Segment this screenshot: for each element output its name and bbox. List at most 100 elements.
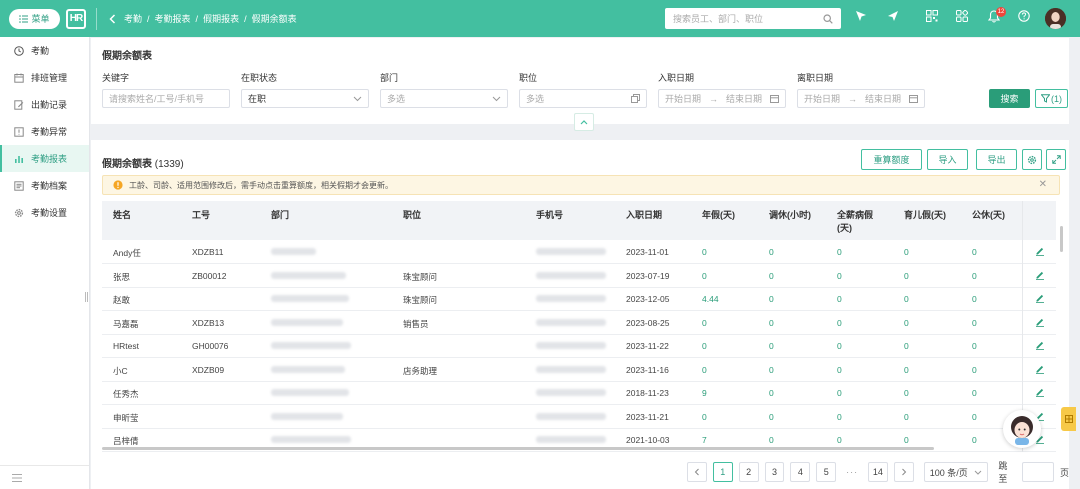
page-button[interactable]: 14: [868, 462, 888, 482]
hire-date-cell: 2023-11-01: [626, 247, 669, 257]
sidebar-item-reports[interactable]: 考勤报表: [0, 145, 89, 172]
sidebar-item-settings[interactable]: 考勤设置: [0, 199, 89, 226]
column-header[interactable]: 职位: [403, 209, 421, 222]
sidebar-item-attendance-records[interactable]: 出勤记录: [0, 91, 89, 118]
vertical-scrollbar[interactable]: [1060, 226, 1063, 252]
table-row[interactable]: 小C XDZB09 店务助理 2023-11-16 0 0 0 0 0: [102, 358, 1056, 382]
status-select[interactable]: 在职: [241, 89, 369, 108]
leave-date-range[interactable]: 开始日期 → 结束日期: [797, 89, 925, 108]
next-page-button[interactable]: [893, 462, 914, 482]
recalculate-button[interactable]: 重算额度: [861, 149, 922, 170]
keyword-input[interactable]: 请搜索姓名/工号/手机号: [102, 89, 230, 108]
hire-date-range[interactable]: 开始日期 → 结束日期: [658, 89, 786, 108]
settings-button[interactable]: [1022, 149, 1042, 170]
column-header-line: 全薪病假: [837, 210, 874, 220]
edit-icon[interactable]: [1035, 317, 1045, 327]
position-select[interactable]: 多选: [519, 89, 647, 108]
sidebar-item-exceptions[interactable]: 考勤异常: [0, 118, 89, 145]
edit-icon[interactable]: [1035, 246, 1045, 256]
department-cell-redacted: [271, 365, 345, 373]
childcare-leave-cell: 0: [904, 364, 909, 375]
menu-button[interactable]: 菜单: [9, 8, 60, 29]
column-header[interactable]: 手机号: [536, 209, 563, 222]
sidebar-collapse-icon[interactable]: [0, 465, 89, 489]
hire-date-cell: 2021-10-03: [626, 435, 670, 445]
column-header[interactable]: 公休(天): [972, 209, 1005, 222]
page-ellipsis[interactable]: ···: [842, 462, 862, 482]
edit-icon[interactable]: [1035, 340, 1045, 350]
search-icon[interactable]: [823, 13, 833, 24]
department-select[interactable]: 多选: [380, 89, 508, 108]
sidebar-item-schedule[interactable]: 排班管理: [0, 64, 89, 91]
public-holiday-cell: 0: [972, 270, 977, 281]
fullscreen-button[interactable]: [1046, 149, 1066, 170]
page-button[interactable]: 3: [764, 462, 785, 482]
annual-leave-cell: 0: [702, 270, 707, 281]
table-row[interactable]: Andy任 XDZB11 2023-11-01 0 0 0 0 0: [102, 240, 1056, 264]
sidebar-item-archives[interactable]: 考勤档案: [0, 172, 89, 199]
table-row[interactable]: 张思 ZB00012 珠宝顾问 2023-07-19 0 0 0 0 0: [102, 264, 1056, 288]
public-holiday-cell: 0: [972, 247, 977, 257]
column-header[interactable]: 姓名: [113, 209, 131, 222]
table-row[interactable]: 赵敢 珠宝顾问 2023-12-05 4.44 0 0 0 0: [102, 287, 1056, 311]
breadcrumb-separator: /: [147, 13, 150, 24]
collapse-filters-button[interactable]: [574, 113, 594, 131]
page-button[interactable]: 2: [738, 462, 759, 482]
column-header[interactable]: 入职日期: [626, 209, 662, 222]
department-placeholder: 多选: [387, 94, 406, 104]
position-cell: 珠宝顾问: [403, 295, 438, 305]
department-cell-redacted: [271, 271, 346, 279]
cursor-icon[interactable]: [855, 10, 867, 22]
hire-date-cell: 2018-11-23: [626, 388, 669, 398]
hire-date-label: 入职日期: [658, 73, 695, 83]
annual-leave-cell: 0: [702, 411, 707, 422]
jump-page-input[interactable]: [1022, 462, 1054, 482]
phone-cell-redacted: [536, 248, 606, 255]
employee-name-cell: Andy任: [113, 248, 141, 258]
table-row[interactable]: HRtest GH00076 2023-11-22 0 0 0 0 0: [102, 334, 1056, 358]
apps-icon[interactable]: [956, 10, 968, 22]
search-button[interactable]: 搜索: [989, 89, 1030, 108]
column-header[interactable]: 部门: [271, 209, 289, 222]
edit-doc-icon: [14, 99, 24, 110]
prev-page-button[interactable]: [687, 462, 707, 482]
column-header[interactable]: 调休(小时): [769, 209, 811, 222]
page-button[interactable]: 4: [790, 462, 811, 482]
qr-code-icon[interactable]: [926, 10, 938, 22]
page-size-select[interactable]: 100 条/页: [923, 462, 989, 482]
horizontal-scrollbar[interactable]: [102, 447, 934, 450]
table-row[interactable]: 任秀杰 2018-11-23 9 0 0 0 0: [102, 381, 1056, 405]
app-logo[interactable]: HR: [66, 8, 86, 29]
filter-button[interactable]: (1): [1035, 89, 1068, 108]
export-button[interactable]: 导出: [976, 149, 1017, 170]
column-header[interactable]: 全薪病假 (天): [837, 209, 873, 235]
table-title: 假期余额表 (1339): [102, 155, 184, 170]
help-icon[interactable]: [1018, 10, 1030, 22]
column-header[interactable]: 育儿假(天): [904, 209, 946, 222]
edit-icon[interactable]: [1035, 387, 1045, 397]
side-drawer-tab[interactable]: [1061, 407, 1076, 431]
page-button[interactable]: 1: [712, 462, 733, 482]
close-icon[interactable]: ✕: [1039, 179, 1047, 190]
edit-icon[interactable]: [1035, 270, 1045, 280]
breadcrumb-item[interactable]: 考勤: [124, 12, 142, 25]
column-header[interactable]: 年假(天): [702, 209, 735, 222]
column-header[interactable]: 工号: [192, 209, 210, 222]
global-search-input[interactable]: 搜索员工、部门、职位: [665, 8, 841, 29]
table-row[interactable]: 申昕莹 2023-11-21 0 0 0 0 0: [102, 405, 1056, 429]
avatar[interactable]: [1045, 8, 1066, 29]
breadcrumb-item[interactable]: 考勤报表: [155, 12, 191, 25]
page-button[interactable]: 5: [816, 462, 837, 482]
import-button[interactable]: 导入: [927, 149, 968, 170]
sidebar-header[interactable]: 考勤: [0, 37, 89, 64]
assistant-avatar-button[interactable]: [1003, 410, 1041, 448]
public-holiday-cell: 0: [972, 294, 977, 304]
edit-icon[interactable]: [1035, 293, 1045, 303]
breadcrumb-item[interactable]: 假期报表: [203, 12, 239, 25]
sidebar-resize-handle[interactable]: [85, 292, 88, 302]
table-row[interactable]: 马嘉磊 XDZB13 销售员 2023-08-25 0 0 0 0 0: [102, 311, 1056, 335]
edit-icon[interactable]: [1035, 364, 1045, 374]
send-icon[interactable]: [887, 10, 899, 22]
back-icon[interactable]: [109, 13, 116, 24]
position-cell: 店务助理: [403, 365, 438, 376]
